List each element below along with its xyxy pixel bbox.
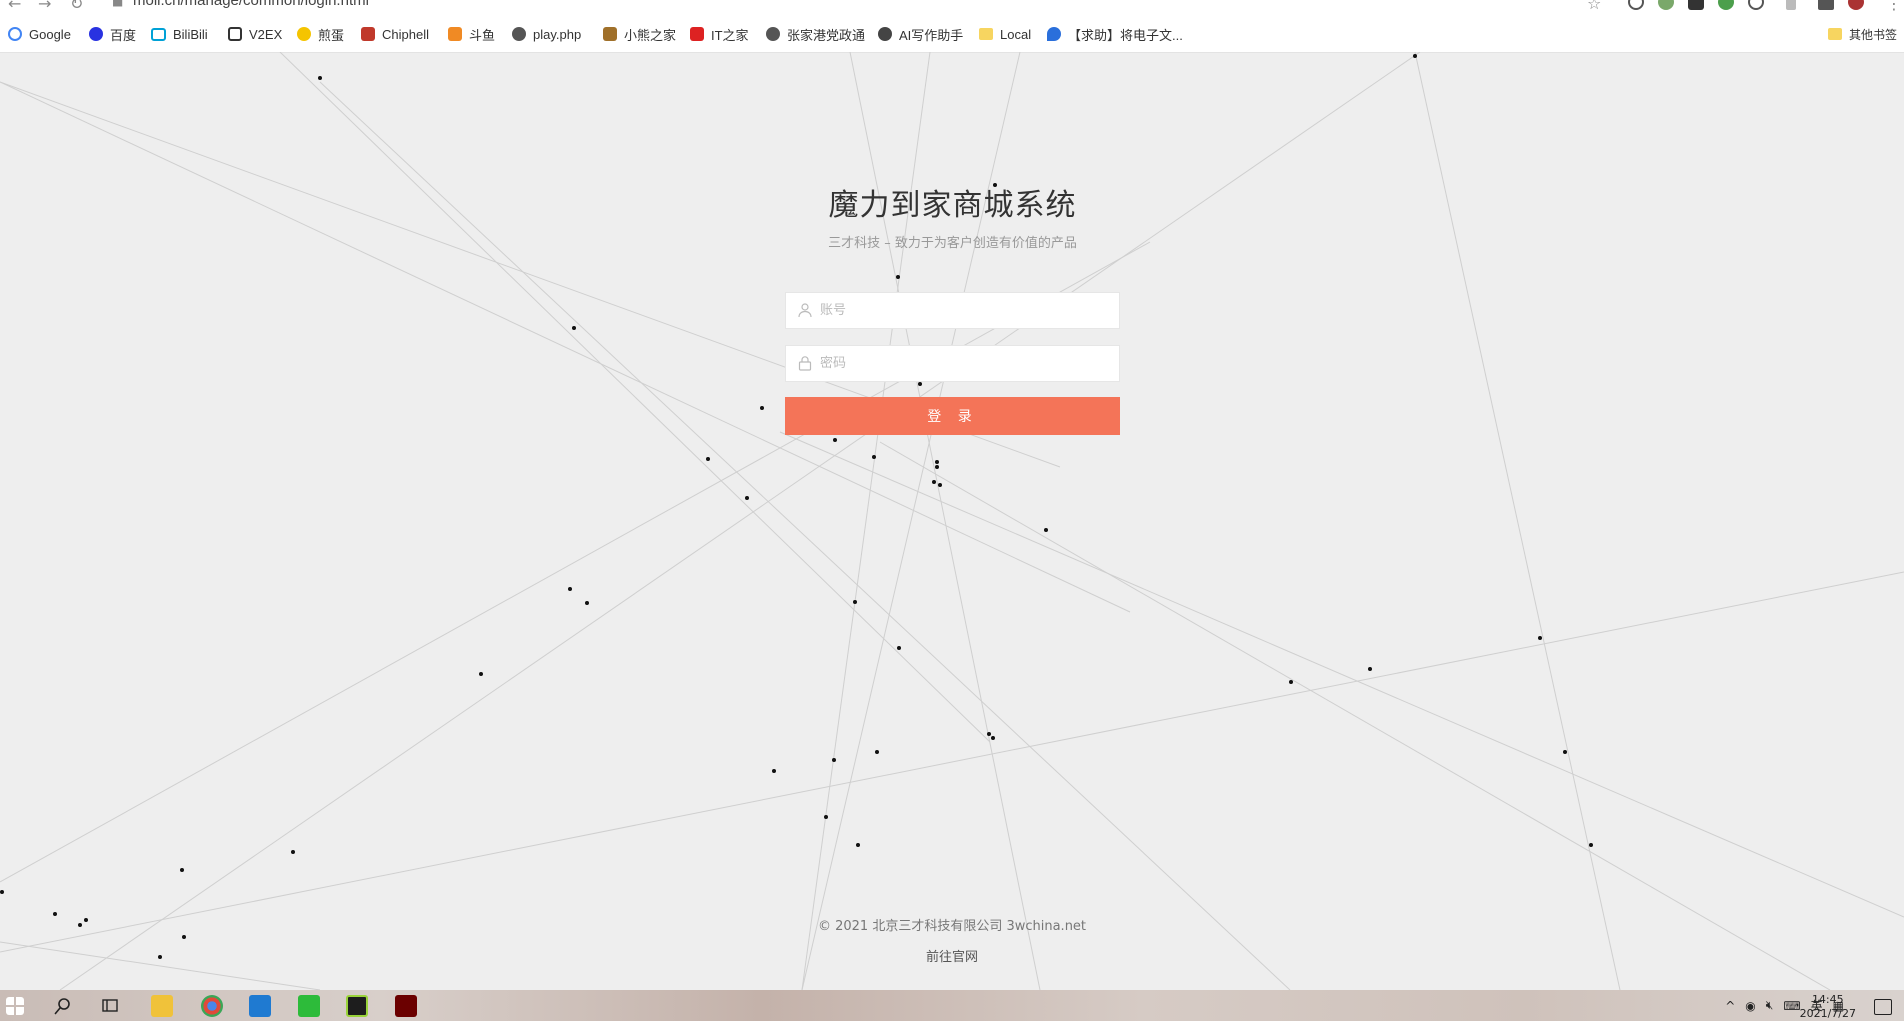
extension-green-icon[interactable] bbox=[1658, 0, 1674, 10]
bookmark-label: Local bbox=[1000, 26, 1032, 42]
bookmark-label: 百度 bbox=[110, 27, 137, 43]
bookmarks-bar: Google 百度 BiliBili V2EX 煎蛋 Chiphell 斗鱼 p… bbox=[0, 22, 1904, 46]
pycharm-icon[interactable] bbox=[346, 995, 368, 1017]
bookmark-chiphell[interactable]: Chiphell bbox=[361, 22, 429, 46]
extension-mask-icon[interactable] bbox=[1688, 0, 1704, 10]
browser-chrome: ← → ↻ ■ moli.cn/manage/common/login.html… bbox=[0, 0, 1904, 53]
official-site-link[interactable]: 前往官网 bbox=[0, 946, 1904, 965]
bookmark-local[interactable]: Local bbox=[979, 22, 1031, 46]
bookmark-v2ex[interactable]: V2EX bbox=[228, 22, 282, 46]
douyu-icon bbox=[448, 27, 462, 41]
flash-icon[interactable] bbox=[395, 995, 417, 1017]
bookmark-label: 煎蛋 bbox=[318, 27, 345, 43]
bookmark-label: V2EX bbox=[249, 26, 283, 42]
v2ex-icon bbox=[228, 27, 242, 41]
username-input[interactable] bbox=[820, 293, 1110, 328]
baidu-icon bbox=[89, 27, 103, 41]
jandan-icon bbox=[297, 27, 311, 41]
bookmark-label: BiliBili bbox=[173, 26, 208, 42]
bookmark-help[interactable]: 【求助】将电子文... bbox=[1047, 22, 1183, 46]
bookmark-label: 【求助】将电子文... bbox=[1068, 27, 1183, 43]
taskbar: ^ ◉ 🔇︎ ⌨ 英 ▦ 14:45 2021/7/27 bbox=[0, 990, 1904, 1021]
tray-app-icon[interactable]: ◉ bbox=[1745, 999, 1755, 1013]
extension-globe-icon[interactable] bbox=[1718, 0, 1734, 10]
password-field[interactable] bbox=[785, 345, 1120, 382]
bookmark-label: 小熊之家 bbox=[624, 27, 677, 43]
clock[interactable]: 14:45 2021/7/27 bbox=[1800, 993, 1856, 1021]
bookmark-ai-writer[interactable]: AI写作助手 bbox=[878, 22, 963, 46]
vscode-icon[interactable] bbox=[249, 995, 271, 1017]
chrome-icon[interactable] bbox=[201, 995, 223, 1017]
bookmark-bilibili[interactable]: BiliBili bbox=[151, 22, 208, 46]
bookmark-ithome[interactable]: IT之家 bbox=[690, 22, 749, 46]
volume-muted-icon[interactable]: 🔇︎ bbox=[1766, 998, 1774, 1013]
extensions-puzzle-icon[interactable] bbox=[1818, 0, 1834, 10]
star-icon[interactable]: ☆ bbox=[1587, 0, 1601, 13]
menu-icon[interactable]: ⋮ bbox=[1886, 0, 1902, 13]
other-bookmarks-label: 其他书签 bbox=[1849, 27, 1898, 42]
username-field[interactable] bbox=[785, 292, 1120, 329]
bookmark-label: 斗鱼 bbox=[469, 27, 496, 43]
chevron-up-icon[interactable]: ^ bbox=[1725, 999, 1735, 1013]
windows-start-icon[interactable] bbox=[6, 997, 24, 1015]
user-icon bbox=[798, 303, 812, 318]
chiphell-icon bbox=[361, 27, 375, 41]
bookmark-zjg[interactable]: 张家港党政通 bbox=[766, 22, 865, 46]
bear-icon bbox=[603, 27, 617, 41]
drop-icon bbox=[1047, 27, 1061, 41]
reload-icon[interactable]: ↻ bbox=[70, 0, 83, 13]
extension-funnel-icon[interactable] bbox=[1786, 0, 1796, 10]
bookmark-google[interactable]: Google bbox=[8, 22, 71, 46]
bookmark-label: IT之家 bbox=[711, 27, 749, 43]
address-bar-row: ← → ↻ ■ moli.cn/manage/common/login.html… bbox=[0, 0, 1904, 14]
notification-icon[interactable] bbox=[1874, 999, 1892, 1015]
address-bar[interactable]: moli.cn/manage/common/login.html bbox=[133, 0, 369, 9]
ithome-icon bbox=[690, 27, 704, 41]
other-bookmarks[interactable]: 其他书签 bbox=[1828, 22, 1897, 46]
folder-icon bbox=[979, 28, 993, 40]
globe-icon bbox=[512, 27, 526, 41]
task-view-icon[interactable] bbox=[101, 997, 119, 1015]
bookmark-jandan[interactable]: 煎蛋 bbox=[297, 22, 344, 46]
page-subtitle: 三才科技 – 致力于为客户创造有价值的产品 bbox=[828, 236, 1077, 251]
profile-avatar[interactable] bbox=[1848, 0, 1864, 10]
copyright-text: © 2021 北京三才科技有限公司 3wchina.net bbox=[817, 919, 1087, 934]
lock-icon[interactable]: ■ bbox=[112, 0, 123, 8]
globe-icon bbox=[766, 27, 780, 41]
folder-icon bbox=[1828, 28, 1842, 40]
bookmark-douyu[interactable]: 斗鱼 bbox=[448, 22, 495, 46]
wechat-icon[interactable] bbox=[298, 995, 320, 1017]
bookmark-label: 张家港党政通 bbox=[787, 27, 866, 43]
back-icon[interactable]: ← bbox=[8, 0, 21, 13]
file-explorer-icon[interactable] bbox=[151, 995, 173, 1017]
bookmark-label: Google bbox=[29, 26, 71, 42]
forward-icon[interactable]: → bbox=[38, 0, 51, 13]
page-title: 魔力到家商城系统 bbox=[828, 188, 1077, 223]
google-icon bbox=[8, 27, 22, 41]
ai-writer-icon bbox=[878, 27, 892, 41]
bilibili-icon bbox=[151, 27, 166, 41]
login-button[interactable]: 登 录 bbox=[785, 397, 1120, 435]
clock-date: 2021/7/27 bbox=[1799, 1007, 1856, 1020]
clock-time: 14:45 bbox=[1811, 993, 1844, 1006]
bookmark-label: play.php bbox=[533, 26, 582, 42]
bookmark-label: AI写作助手 bbox=[899, 27, 964, 43]
extension-info-icon[interactable] bbox=[1628, 0, 1644, 10]
bookmark-play-php[interactable]: play.php bbox=[512, 22, 581, 46]
keyboard-icon[interactable]: ⌨ bbox=[1783, 999, 1800, 1013]
extension-g-icon[interactable] bbox=[1748, 0, 1764, 10]
bookmark-baidu[interactable]: 百度 bbox=[89, 22, 136, 46]
lock-icon bbox=[798, 356, 812, 371]
password-input[interactable] bbox=[820, 346, 1110, 381]
search-icon[interactable] bbox=[54, 997, 72, 1015]
bookmark-bear-home[interactable]: 小熊之家 bbox=[603, 22, 676, 46]
page-footer: © 2021 北京三才科技有限公司 3wchina.net 前往官网 bbox=[0, 915, 1904, 965]
bookmark-label: Chiphell bbox=[382, 26, 429, 42]
